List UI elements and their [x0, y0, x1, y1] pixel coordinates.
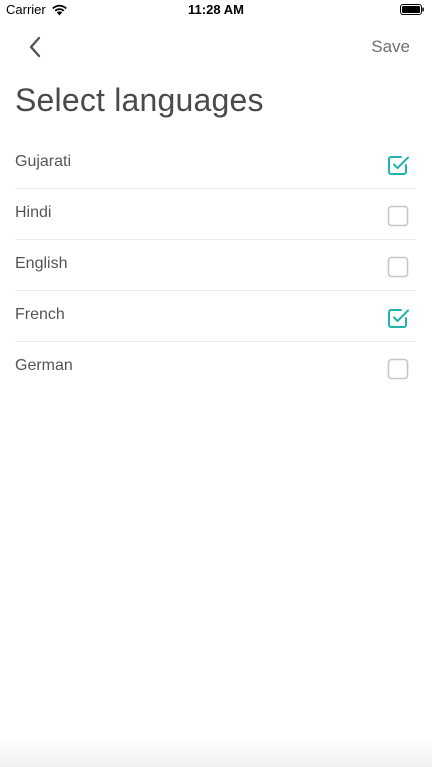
bottom-fade — [0, 737, 432, 767]
language-label: French — [15, 306, 65, 323]
checkbox-checked-icon[interactable] — [386, 153, 410, 177]
language-row-french[interactable]: French — [15, 291, 416, 342]
nav-bar: Save — [0, 24, 432, 68]
checkbox-checked-icon[interactable] — [386, 306, 410, 330]
language-label: English — [15, 255, 68, 272]
language-row-german[interactable]: German — [15, 342, 416, 392]
checkbox-unchecked-icon[interactable] — [386, 204, 410, 228]
save-button[interactable]: Save — [371, 37, 410, 57]
language-label: Hindi — [15, 204, 52, 221]
checkbox-unchecked-icon[interactable] — [386, 357, 410, 381]
battery-icon — [400, 4, 424, 15]
checkbox-unchecked-icon[interactable] — [386, 255, 410, 279]
language-row-english[interactable]: English — [15, 240, 416, 291]
language-row-gujarati[interactable]: Gujarati — [15, 138, 416, 189]
screen: Carrier 11:28 AM Save Select languages G… — [0, 0, 432, 767]
language-row-hindi[interactable]: Hindi — [15, 189, 416, 240]
page-title: Select languages — [15, 82, 264, 118]
language-label: Gujarati — [15, 153, 72, 170]
status-time: 11:28 AM — [188, 2, 244, 17]
back-button[interactable] — [22, 34, 48, 60]
language-list: Gujarati Hindi English French German — [15, 138, 416, 392]
chevron-left-icon — [29, 36, 41, 58]
language-label: German — [15, 357, 73, 374]
status-bar: Carrier 11:28 AM — [0, 0, 432, 20]
